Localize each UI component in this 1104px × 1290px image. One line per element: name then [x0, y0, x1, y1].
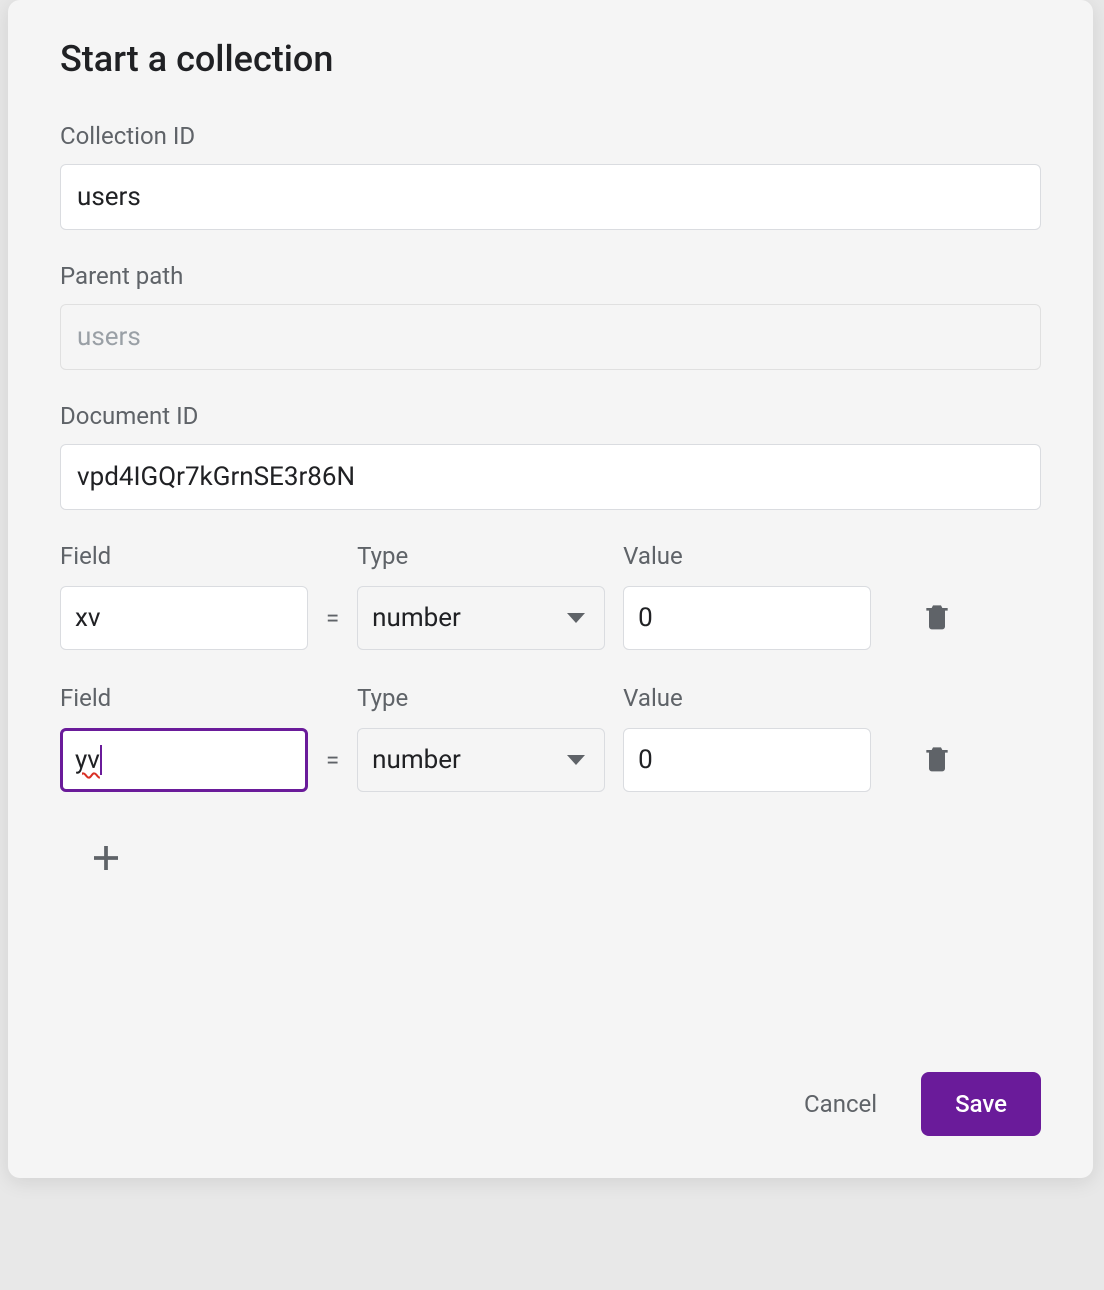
equals-sign: = — [326, 586, 339, 650]
field-name-col: Field yv — [60, 684, 308, 792]
plus-icon — [88, 840, 124, 880]
field-type-col: Type number — [357, 684, 605, 792]
value-label: Value — [623, 542, 871, 572]
parent-path-input — [60, 304, 1041, 370]
collection-id-input[interactable] — [60, 164, 1041, 230]
dialog-footer: Cancel Save — [796, 1072, 1041, 1136]
field-value-input[interactable] — [623, 728, 871, 792]
delete-field-button[interactable] — [921, 586, 953, 650]
trash-icon — [921, 740, 953, 780]
field-type-col: Type number — [357, 542, 605, 650]
save-button[interactable]: Save — [921, 1072, 1041, 1136]
field-value-col: Value — [623, 684, 871, 792]
collection-id-group: Collection ID — [60, 122, 1041, 230]
field-name-col: Field — [60, 542, 308, 650]
value-label: Value — [623, 684, 871, 714]
type-label: Type — [357, 684, 605, 714]
field-row: Field yv = Type number Value — [60, 684, 1041, 792]
parent-path-label: Parent path — [60, 262, 1041, 290]
parent-path-group: Parent path — [60, 262, 1041, 370]
equals-sign: = — [326, 728, 339, 792]
collection-id-label: Collection ID — [60, 122, 1041, 150]
trash-icon — [921, 598, 953, 638]
start-collection-dialog: Start a collection Collection ID Parent … — [8, 0, 1093, 1178]
document-id-input[interactable] — [60, 444, 1041, 510]
field-name-input[interactable] — [60, 586, 308, 650]
document-id-group: Document ID — [60, 402, 1041, 510]
field-name-input[interactable]: yv — [60, 728, 308, 792]
field-label: Field — [60, 684, 308, 714]
document-id-label: Document ID — [60, 402, 1041, 430]
dialog-title: Start a collection — [60, 38, 1041, 80]
type-label: Type — [357, 542, 605, 572]
delete-field-button[interactable] — [921, 728, 953, 792]
field-value-input[interactable] — [623, 586, 871, 650]
add-field-button[interactable] — [84, 838, 128, 882]
field-row: Field = Type number Value — [60, 542, 1041, 650]
field-label: Field — [60, 542, 308, 572]
field-type-select[interactable]: number — [357, 586, 605, 650]
cancel-button[interactable]: Cancel — [796, 1078, 885, 1130]
field-value-col: Value — [623, 542, 871, 650]
field-type-select[interactable]: number — [357, 728, 605, 792]
